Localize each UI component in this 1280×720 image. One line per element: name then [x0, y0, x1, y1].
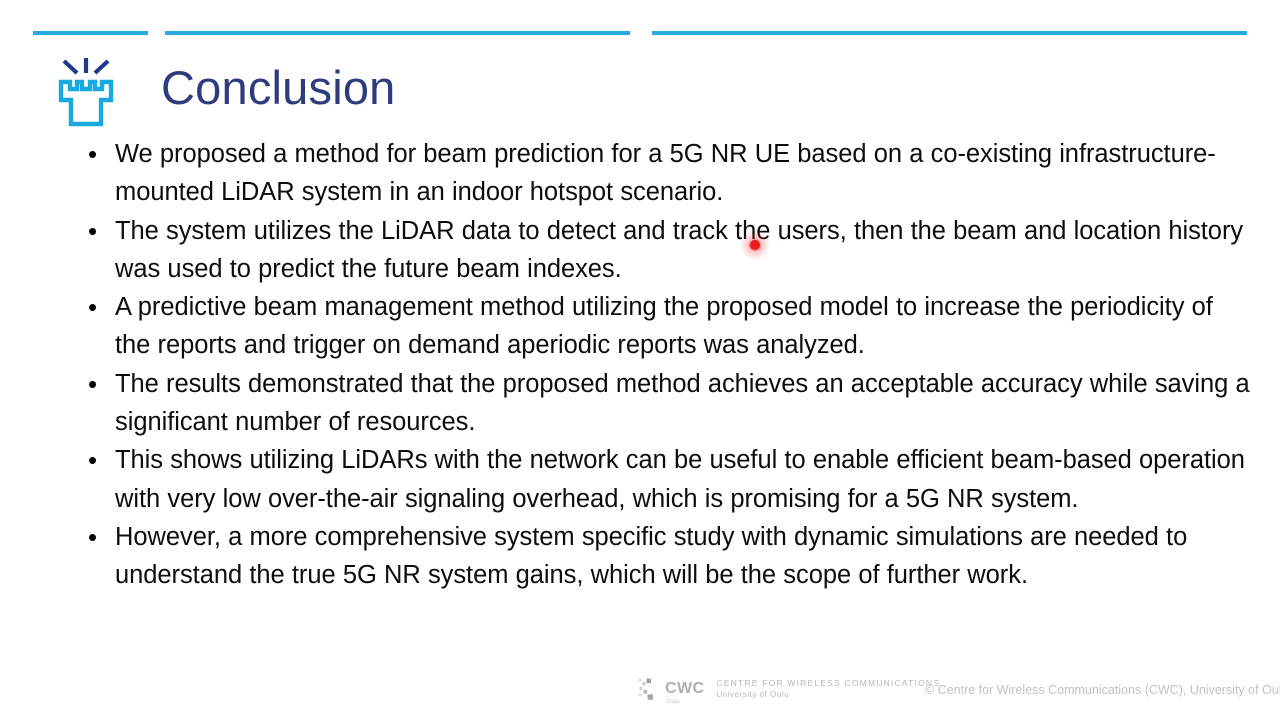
list-item: • A predictive beam management method ut…	[82, 288, 1252, 365]
list-item-text: The results demonstrated that the propos…	[115, 369, 1250, 437]
cwc-oulu-text: Oulu	[667, 699, 680, 705]
top-rule-left	[33, 31, 148, 35]
slide-header: Conclusion	[0, 46, 1280, 132]
list-item-text: However, a more comprehensive system spe…	[115, 522, 1188, 590]
cwc-org-line2: University of Oulu	[716, 690, 790, 699]
cwc-org-name: CENTRE FOR WIRELESS COMMUNICATIONS Unive…	[716, 678, 940, 700]
cwc-org-line1: CENTRE FOR WIRELESS COMMUNICATIONS	[716, 678, 941, 688]
top-rule-middle	[165, 31, 630, 35]
bullet-list: • We proposed a method for beam predicti…	[82, 135, 1252, 595]
bullet-marker-icon: •	[88, 445, 98, 476]
copyright-notice: © Centre for Wireless Communications (CW…	[925, 683, 1280, 697]
top-rule-right	[652, 31, 1247, 35]
university-castle-logo-icon	[55, 56, 117, 128]
list-item-text: A predictive beam management method util…	[115, 293, 1213, 360]
bullet-marker-icon: •	[88, 292, 98, 323]
list-item-text: This shows utilizing LiDARs with the net…	[115, 446, 1245, 513]
slide-canvas: Conclusion • We proposed a method for be…	[0, 0, 1280, 720]
list-item: • We proposed a method for beam predicti…	[82, 135, 1252, 212]
bullet-marker-icon: •	[88, 368, 98, 399]
list-item: • This shows utilizing LiDARs with the n…	[82, 441, 1252, 518]
list-item-text: We proposed a method for beam prediction…	[115, 140, 1216, 207]
cwc-footer-logo: CWC Oulu CENTRE FOR WIRELESS COMMUNICATI…	[638, 676, 940, 706]
list-item: • However, a more comprehensive system s…	[82, 518, 1252, 595]
list-item-text: The system utilizes the LiDAR data to de…	[115, 216, 1244, 283]
cwc-abbreviation: CWC Oulu	[665, 681, 704, 706]
list-item: • The results demonstrated that the prop…	[82, 365, 1252, 442]
cwc-squares-icon	[639, 678, 653, 700]
list-item: • The system utilizes the LiDAR data to …	[82, 212, 1252, 289]
bullet-marker-icon: •	[88, 215, 98, 246]
bullet-marker-icon: •	[88, 521, 98, 552]
page-title: Conclusion	[161, 61, 396, 114]
bullet-marker-icon: •	[88, 139, 98, 169]
